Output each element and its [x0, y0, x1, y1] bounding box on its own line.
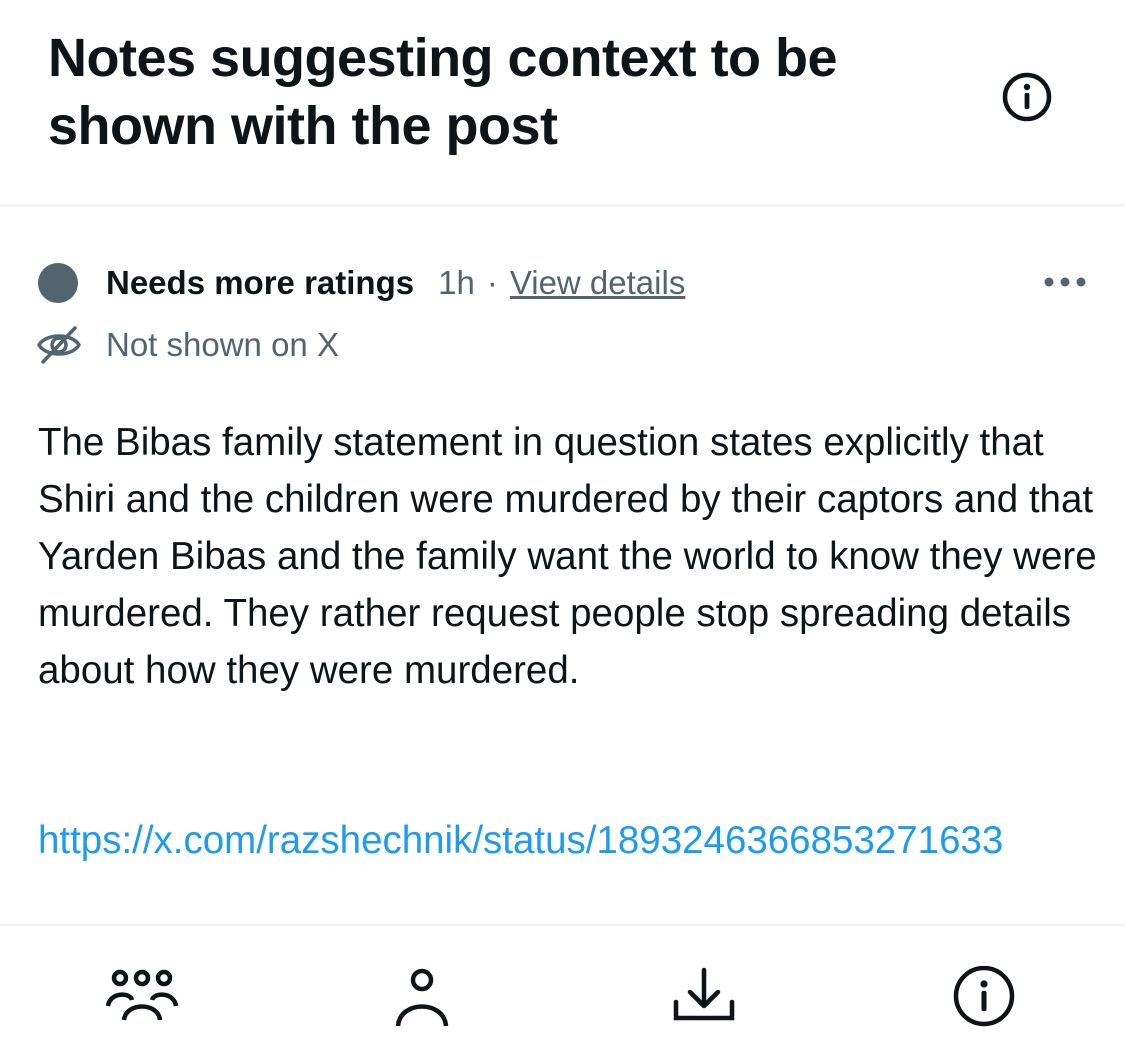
visibility-row: Not shown on X [36, 320, 339, 370]
nav-item-profile[interactable] [382, 966, 462, 1046]
nav-item-info[interactable] [944, 966, 1024, 1046]
download-icon [673, 967, 735, 1021]
info-icon [1002, 72, 1052, 122]
header-divider [0, 204, 1125, 207]
note-source-link[interactable]: https://x.com/razshechnik/status/1893246… [38, 812, 1098, 869]
more-options-button[interactable] [1040, 262, 1090, 302]
separator: · [486, 264, 498, 301]
eye-off-icon [36, 322, 82, 368]
status-dot [38, 263, 78, 303]
status-label: Needs more ratings [106, 264, 415, 301]
profile-icon [395, 968, 449, 1027]
info-button[interactable] [1000, 70, 1054, 124]
note-status-row: Needs more ratings 1h · View details [38, 258, 685, 308]
page-title: Notes suggesting context to be shown wit… [48, 28, 838, 156]
visibility-label: Not shown on X [106, 326, 339, 363]
header: Notes suggesting context to be shown wit… [0, 0, 1125, 204]
more-horizontal-icon [1044, 277, 1086, 287]
nav-item-download[interactable] [664, 966, 744, 1046]
nav-item-community[interactable] [102, 966, 182, 1046]
view-details-link[interactable]: View details [510, 264, 686, 302]
info-icon [953, 966, 1015, 1027]
community-icon [105, 969, 179, 1021]
bottom-nav [0, 926, 1125, 1027]
note-time: 1h [438, 264, 475, 301]
note-text: The Bibas family statement in question s… [38, 421, 1097, 692]
